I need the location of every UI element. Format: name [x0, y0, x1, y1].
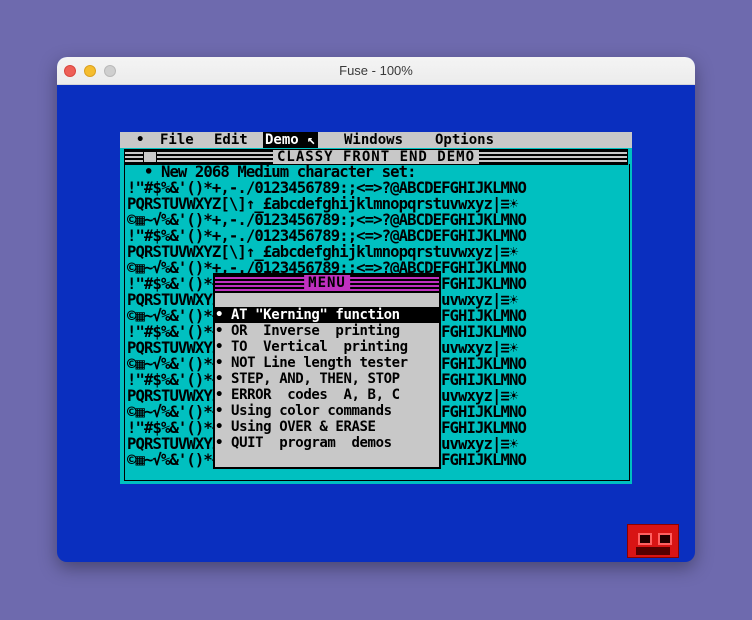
content-line: !"#$%&'()*+,-./0123456789:;<=>?@ABCDEFGH… — [127, 227, 527, 245]
menu-title-bar: MENU — [215, 275, 439, 291]
content-line: !"#$%&'()*+,-./0123456789:;<=>?@ABCDEFGH… — [127, 179, 527, 197]
tape-reel-left — [638, 533, 652, 545]
content-line: PQRSTUVWXYZ[\]↑_£abcdefghijklmnopqrstuvw… — [127, 243, 518, 261]
window-title: Fuse - 100% — [339, 63, 413, 78]
menu-item-color[interactable]: • Using color commands — [215, 403, 439, 419]
content-line: ©▦~√%&'()*+,-./0123456789:;<=>?@ABCDEFGH… — [127, 211, 527, 229]
app-window-title: CLASSY FRONT END DEMO — [272, 150, 480, 164]
app-window-close-box[interactable] — [143, 151, 157, 163]
menu-item-kerning[interactable]: • AT "Kerning" function — [215, 307, 439, 323]
menu-title: MENU — [304, 275, 350, 291]
tape-base — [636, 547, 670, 555]
menu-item-error-codes[interactable]: • ERROR codes A, B, C — [215, 387, 439, 403]
demo-menu-popup: MENU • AT "Kerning" function • OR Invers… — [213, 273, 441, 469]
menu-item-line-length[interactable]: • NOT Line length tester — [215, 355, 439, 371]
menu-options[interactable]: Options — [435, 132, 494, 148]
menu-edit[interactable]: Edit — [214, 132, 248, 148]
menu-item-step[interactable]: • STEP, AND, THEN, STOP — [215, 371, 439, 387]
menu-windows[interactable]: Windows — [344, 132, 403, 148]
content-line: • New 2068 Medium character set: — [127, 163, 417, 181]
menu-demo[interactable]: Demo ↖ — [263, 132, 318, 148]
menu-demo-label: Demo — [265, 132, 299, 148]
emulator-window: Fuse - 100% • File Edit Demo ↖ Windows O… — [57, 57, 695, 562]
tape-icon — [627, 524, 679, 558]
content-line: PQRSTUVWXYZ[\]↑_£abcdefghijklmnopqrstuvw… — [127, 195, 518, 213]
menu-divider — [215, 291, 439, 293]
app-menu-bar: • File Edit Demo ↖ Windows Options — [120, 132, 632, 148]
menu-item-inverse[interactable]: • OR Inverse printing — [215, 323, 439, 339]
menu-item-over-erase[interactable]: • Using OVER & ERASE — [215, 419, 439, 435]
menu-bullet: • — [136, 132, 145, 148]
menu-file[interactable]: File — [160, 132, 194, 148]
menu-item-quit[interactable]: • QUIT program demos — [215, 435, 439, 451]
emulated-screen[interactable]: • File Edit Demo ↖ Windows Options CLASS… — [120, 132, 632, 484]
title-bar[interactable]: Fuse - 100% — [57, 57, 695, 85]
tape-reel-right — [658, 533, 672, 545]
menu-item-vertical[interactable]: • TO Vertical printing — [215, 339, 439, 355]
